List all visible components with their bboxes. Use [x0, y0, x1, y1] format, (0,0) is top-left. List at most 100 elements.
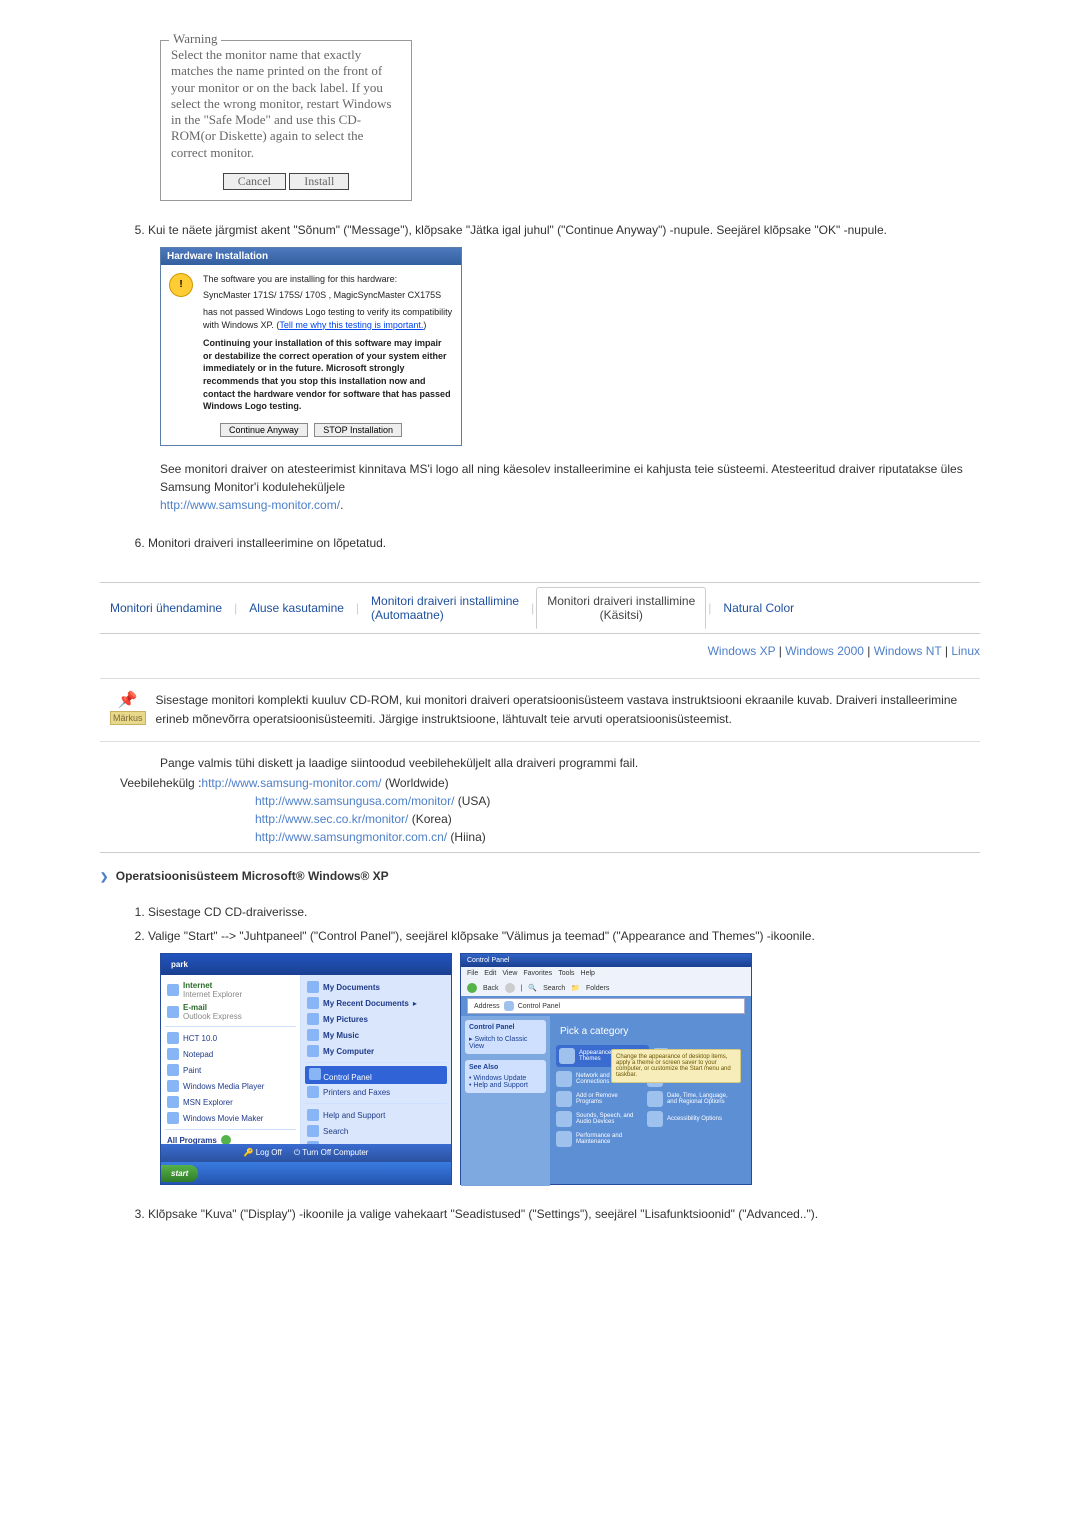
- folder-icon: [307, 981, 319, 993]
- sm-right-item: My Pictures: [305, 1011, 447, 1027]
- tile-accessibility: Accessibility Options: [647, 1111, 734, 1127]
- note-label: Märkus: [110, 711, 146, 725]
- sm-right-item: Search: [305, 1123, 447, 1139]
- warning-title: Warning: [169, 31, 221, 47]
- screenshot-gallery: park InternetInternet Explorer E-mailOut…: [160, 953, 980, 1185]
- link-china[interactable]: http://www.samsungmonitor.com.cn/: [255, 830, 447, 844]
- start-menu-screenshot: park InternetInternet Explorer E-mailOut…: [160, 953, 452, 1185]
- driver-note-paragraph: See monitori draiver on atesteerimist ki…: [160, 460, 980, 514]
- sm-right-item: My Computer: [305, 1043, 447, 1059]
- step-c-1: Sisestage CD CD-draiverisse.: [148, 903, 980, 921]
- link-windows-nt[interactable]: Windows NT: [874, 644, 942, 658]
- hw-dialog-title: Hardware Installation: [161, 248, 461, 265]
- pin-icon: 📌: [118, 690, 138, 710]
- step-c-2: Valige "Start" --> "Juhtpaneel" ("Contro…: [148, 927, 980, 945]
- app-icon: [167, 1048, 179, 1060]
- sm-app: Notepad: [165, 1046, 296, 1062]
- link-linux[interactable]: Linux: [951, 644, 980, 658]
- warning-icon: !: [169, 273, 193, 297]
- turnoff-button: ⏻ Turn Off Computer: [294, 1148, 369, 1158]
- hw-testing-link[interactable]: Tell me why this testing is important.: [279, 320, 423, 330]
- tooltip: Change the appearance of desktop items, …: [611, 1049, 741, 1083]
- stop-installation-button[interactable]: STOP Installation: [314, 423, 402, 437]
- appearance-icon: [559, 1048, 575, 1064]
- sm-right-item: My Recent Documents ▸: [305, 995, 447, 1011]
- tab-stand[interactable]: Aluse kasutamine: [239, 595, 354, 621]
- search-icon: [307, 1125, 319, 1137]
- tile-datetime: Date, Time, Language, and Regional Optio…: [647, 1091, 734, 1107]
- sm-right-item: Printers and Faxes: [305, 1084, 447, 1100]
- program-icon: [556, 1091, 572, 1107]
- sm-app: Paint: [165, 1062, 296, 1078]
- link-korea[interactable]: http://www.sec.co.kr/monitor/: [255, 812, 408, 826]
- forward-icon: [505, 983, 515, 993]
- samsung-monitor-link[interactable]: http://www.samsung-monitor.com/: [160, 498, 340, 512]
- install-button[interactable]: Install: [289, 173, 349, 190]
- sm-right-item: My Documents: [305, 979, 447, 995]
- link-windows-xp[interactable]: Windows XP: [708, 644, 776, 658]
- app-icon: [167, 1032, 179, 1044]
- link-worldwide[interactable]: http://www.samsung-monitor.com/: [201, 776, 381, 790]
- folder-icon: [307, 997, 319, 1009]
- step-5: Kui te näete järgmist akent "Sõnum" ("Me…: [148, 221, 980, 239]
- control-panel-icon: [309, 1068, 321, 1080]
- cp-toolbar: Back | 🔍Search 📁Folders: [461, 980, 751, 996]
- sm-app: HCT 10.0: [165, 1030, 296, 1046]
- start-button: start: [161, 1165, 198, 1182]
- step-d-3: Klõpsake "Kuva" ("Display") -ikoonile ja…: [148, 1205, 980, 1223]
- divider: [100, 633, 980, 634]
- app-icon: [167, 1080, 179, 1092]
- tile-performance: Performance and Maintenance: [556, 1131, 643, 1147]
- control-panel-screenshot: Control Panel File Edit View Favorites T…: [460, 953, 752, 1185]
- continue-anyway-button[interactable]: Continue Anyway: [220, 423, 308, 437]
- cp-window-title: Control Panel: [461, 954, 751, 967]
- divider: [100, 852, 980, 853]
- start-menu-bottom: 🔑 Log Off ⏻ Turn Off Computer: [161, 1144, 451, 1162]
- prep-paragraph: Pange valmis tühi diskett ja laadige sii…: [160, 754, 980, 772]
- tab-driver-auto[interactable]: Monitori draiveri installimine(Automaatn…: [361, 588, 529, 628]
- cancel-button[interactable]: Cancel: [223, 173, 286, 190]
- help-icon: [307, 1109, 319, 1121]
- sm-app: Windows Media Player: [165, 1078, 296, 1094]
- link-windows-2000[interactable]: Windows 2000: [785, 644, 864, 658]
- hw-line3: has not passed Windows Logo testing to v…: [203, 306, 453, 331]
- tab-connect[interactable]: Monitori ühendamine: [100, 595, 232, 621]
- sm-app: Windows Movie Maker: [165, 1110, 296, 1126]
- warning-body: Select the monitor name that exactly mat…: [171, 47, 401, 161]
- folder-icon: [307, 1013, 319, 1025]
- cp-sidebar: Control Panel ▸ Switch to Classic View S…: [461, 1016, 550, 1186]
- hw-line1: The software you are installing for this…: [203, 273, 453, 286]
- clock-icon: [647, 1091, 663, 1107]
- search-icon: 🔍: [528, 984, 537, 992]
- hw-bold-warning: Continuing your installation of this sof…: [203, 337, 453, 413]
- taskbar: start: [161, 1162, 451, 1184]
- arrow-icon: ❯: [100, 872, 108, 883]
- link-usa[interactable]: http://www.samsungusa.com/monitor/: [255, 794, 454, 808]
- cp-side-seealso: See Also • Windows Update • Help and Sup…: [465, 1060, 546, 1093]
- app-icon: [167, 1064, 179, 1076]
- cp-side-box: Control Panel ▸ Switch to Classic View: [465, 1020, 546, 1054]
- tab-driver-manual[interactable]: Monitori draiveri installimine(Käsitsi): [536, 587, 706, 629]
- sm-app: MSN Explorer: [165, 1094, 296, 1110]
- network-icon: [556, 1071, 572, 1087]
- computer-icon: [307, 1045, 319, 1057]
- note-icon: 📌 Märkus: [110, 691, 146, 725]
- app-icon: [167, 1112, 179, 1124]
- accessibility-icon: [647, 1111, 663, 1127]
- cp-menubar: File Edit View Favorites Tools Help: [461, 967, 751, 980]
- sm-right-item: Help and Support: [305, 1107, 447, 1123]
- tab-natural-color[interactable]: Natural Color: [713, 595, 804, 621]
- sites-label: Veebilehekülg :: [120, 776, 201, 790]
- logoff-button: 🔑 Log Off: [244, 1148, 282, 1158]
- mail-icon: [167, 1006, 179, 1018]
- folder-icon: [307, 1029, 319, 1041]
- step-6: Monitori draiveri installeerimine on lõp…: [148, 534, 980, 552]
- website-list: Veebilehekülg :http://www.samsung-monito…: [120, 774, 980, 846]
- section-tabs: Monitori ühendamine | Aluse kasutamine |…: [100, 587, 980, 629]
- pick-category: Pick a category: [556, 1022, 745, 1045]
- cp-addressbar: Address Control Panel: [467, 998, 745, 1014]
- back-icon: [467, 983, 477, 993]
- os-heading: ❯ Operatsioonisüsteem Microsoft® Windows…: [100, 869, 980, 883]
- divider: [100, 582, 980, 583]
- os-links: Windows XP | Windows 2000 | Windows NT |…: [100, 644, 980, 658]
